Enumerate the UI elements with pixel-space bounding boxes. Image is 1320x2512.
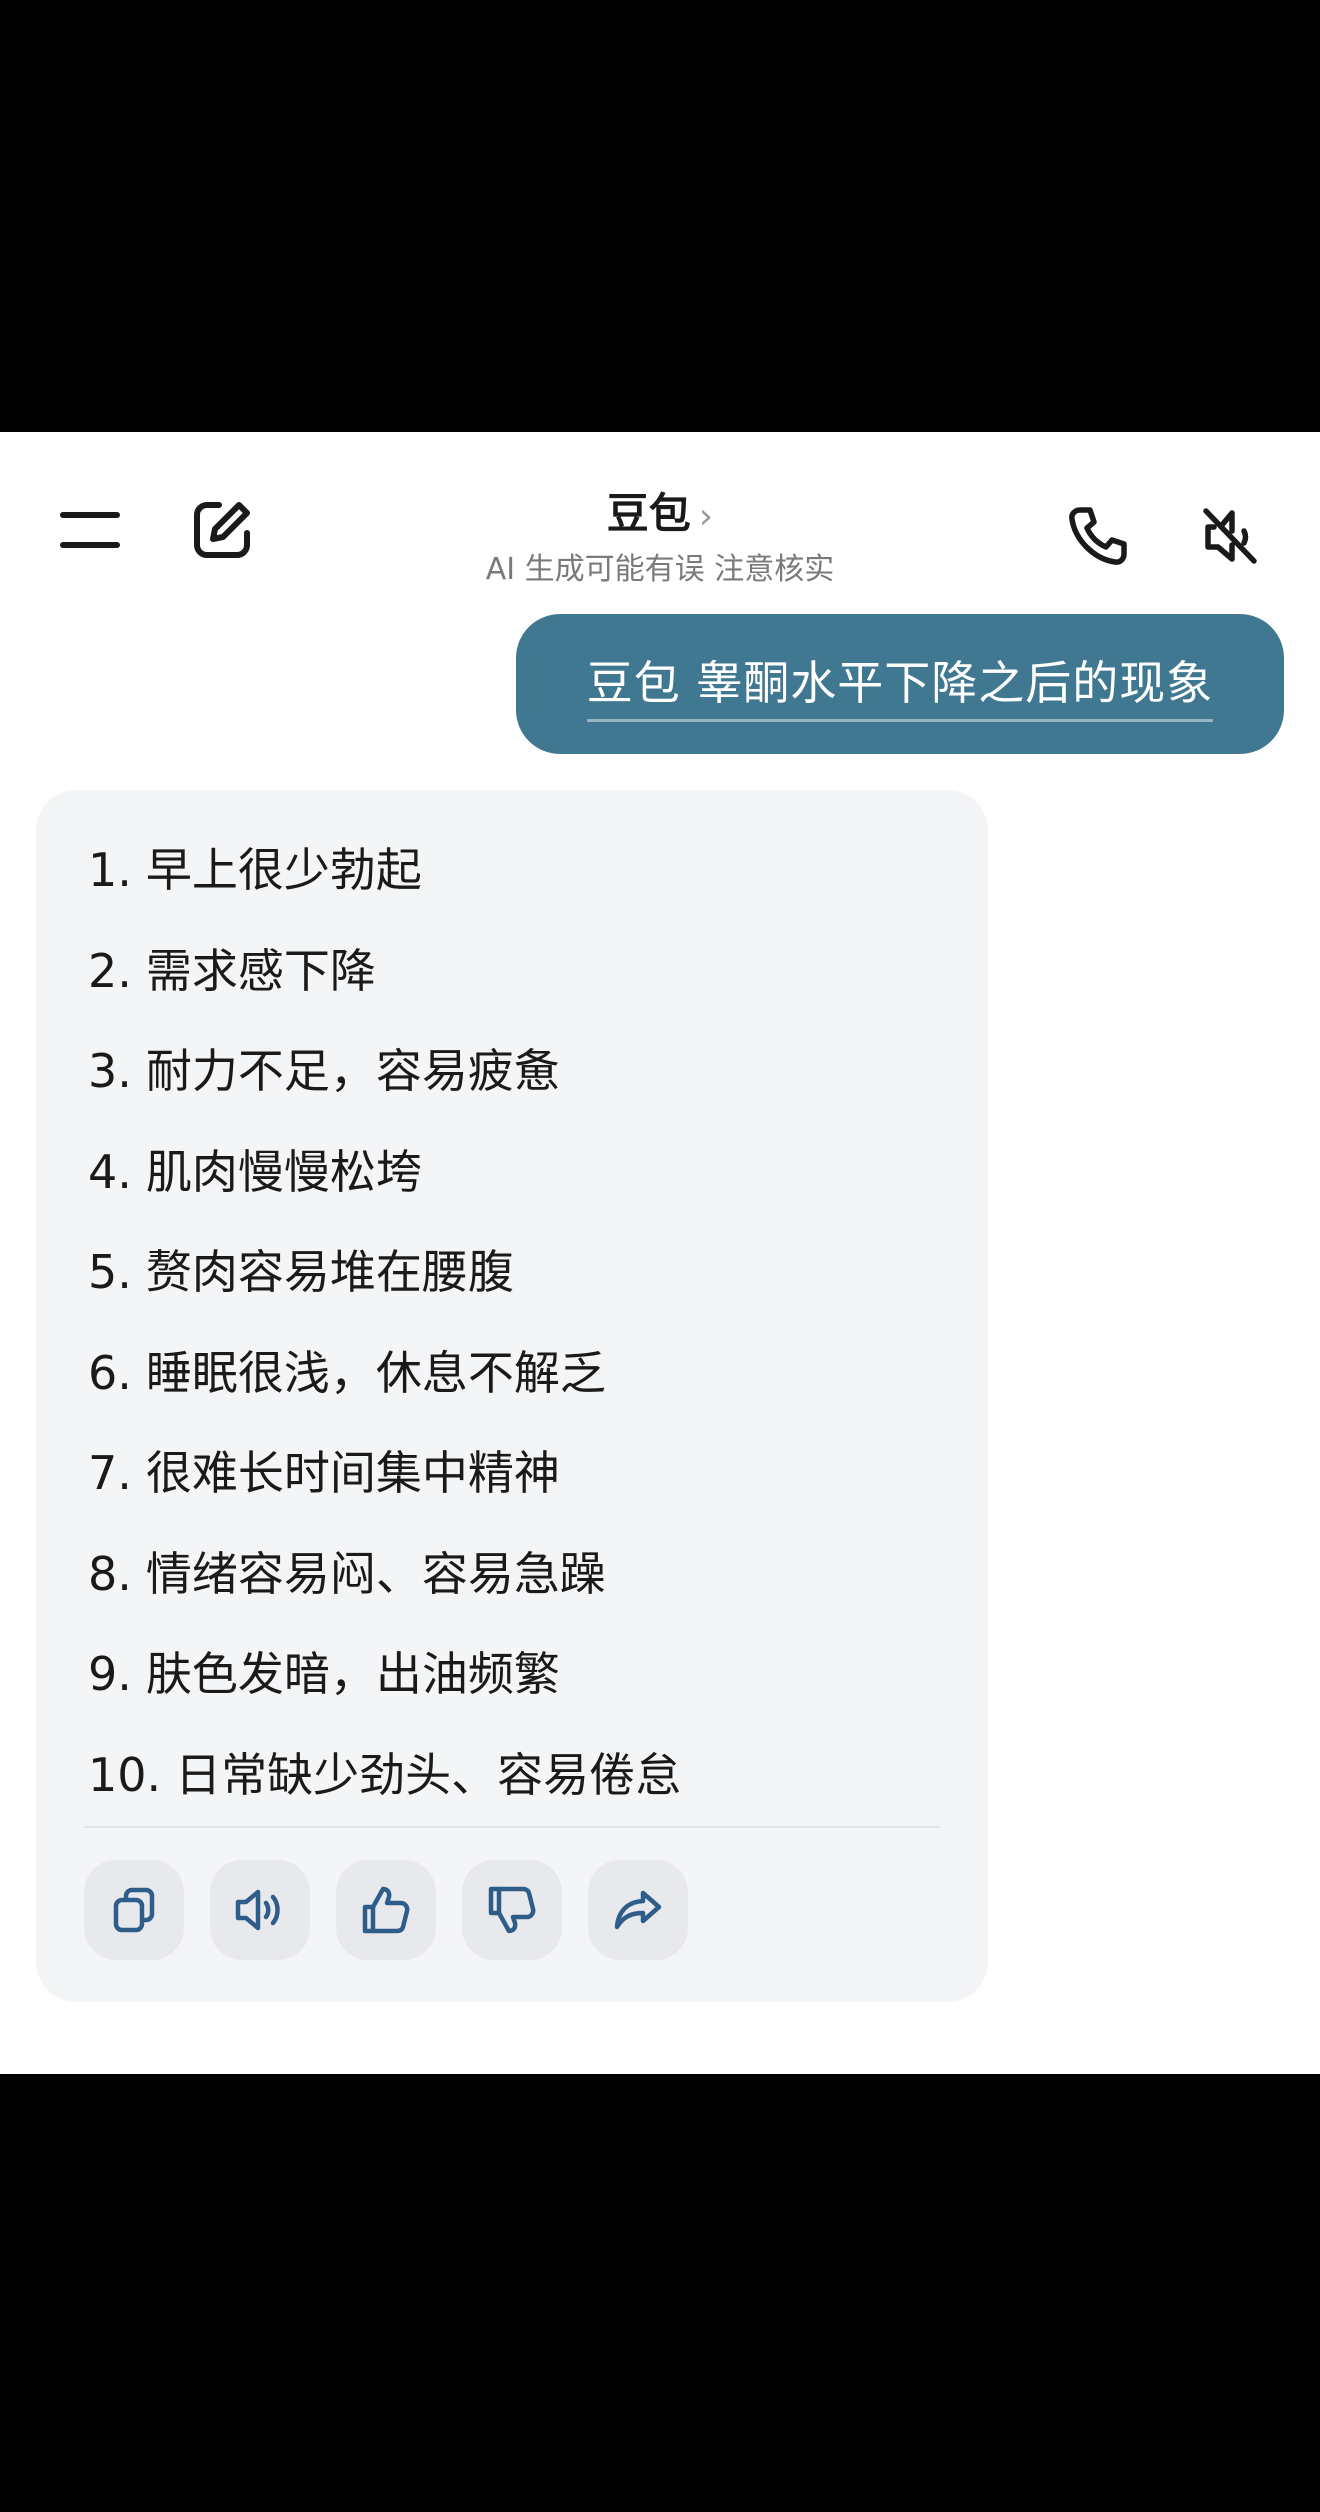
list-item-number: 9. (88, 1647, 132, 1701)
list-item-number: 7. (88, 1446, 132, 1500)
list-item-text: 需求感下降 (145, 943, 376, 998)
assistant-answer-card: 1. 早上很少勃起 2. 需求感下降 3. 耐力不足，容易疲惫 4. 肌肉慢慢松垮 5.… (36, 790, 988, 2002)
list-item: 10. 日常缺少劲头、容易倦怠 (88, 1725, 681, 1826)
list-item-text: 肤色发暗，出油频繁 (145, 1647, 560, 1701)
user-message-text: 豆包 睾酮水平下降之后的现象 (586, 647, 1214, 722)
thumbs-up-icon (362, 1886, 410, 1934)
list-item: 5. 赘肉容易堆在腰腹 (88, 1222, 681, 1323)
list-item-text: 赘肉容易堆在腰腹 (145, 1245, 514, 1299)
like-button[interactable] (336, 1860, 436, 1960)
list-item-number: 2. (88, 943, 132, 998)
list-item-text: 情绪容易闷、容易急躁 (145, 1546, 606, 1601)
share-button[interactable] (588, 1860, 688, 1960)
copy-icon (113, 1887, 155, 1933)
list-item-number: 3. (88, 1044, 132, 1098)
chevron-right-icon: › (698, 496, 714, 537)
read-aloud-button[interactable] (210, 1860, 310, 1960)
message-actions (84, 1860, 688, 1960)
list-item-text: 早上很少勃起 (145, 843, 422, 897)
list-item-number: 5. (88, 1245, 132, 1299)
list-item-text: 肌肉慢慢松垮 (145, 1144, 422, 1199)
list-item-text: 睡眠很浅，休息不解乏 (145, 1345, 606, 1400)
user-message-bubble[interactable]: 豆包 睾酮水平下降之后的现象 (516, 614, 1284, 754)
list-item: 4. 肌肉慢慢松垮 (88, 1122, 681, 1223)
list-item: 7. 很难长时间集中精神 (88, 1423, 681, 1524)
list-item-number: 8. (88, 1546, 132, 1601)
list-item-text: 耐力不足，容易疲惫 (145, 1044, 560, 1098)
title-text: 豆包 (606, 489, 691, 538)
list-item: 1. 早上很少勃起 (88, 820, 681, 921)
dislike-button[interactable] (462, 1860, 562, 1960)
list-item-number: 1. (88, 843, 132, 897)
speaker-icon (235, 1889, 280, 1931)
list-item: 6. 睡眠很浅，休息不解乏 (88, 1323, 681, 1424)
answer-list: 1. 早上很少勃起 2. 需求感下降 3. 耐力不足，容易疲惫 4. 肌肉慢慢松垮 5.… (88, 820, 681, 1825)
list-item-number: 6. (88, 1345, 132, 1400)
list-item-text: 日常缺少劲头、容易倦怠 (175, 1747, 682, 1802)
copy-button[interactable] (84, 1860, 184, 1960)
list-item-text: 很难长时间集中精神 (145, 1446, 560, 1500)
list-item-number: 10. (88, 1747, 162, 1802)
chat-screen: 豆包 › AI 生成可能有误 注意核实 豆包 睾酮水平下降之后的现象 1. 早上很少… (0, 432, 1320, 2074)
phone-icon[interactable] (1062, 500, 1134, 572)
list-item: 8. 情绪容易闷、容易急躁 (88, 1524, 681, 1625)
list-item: 3. 耐力不足，容易疲惫 (88, 1021, 681, 1122)
list-item: 9. 肤色发暗，出油频繁 (88, 1624, 681, 1725)
share-icon (614, 1890, 662, 1930)
thumbs-down-icon (488, 1886, 536, 1934)
speaker-muted-icon[interactable] (1194, 500, 1266, 572)
divider (84, 1826, 940, 1828)
list-item-number: 4. (88, 1144, 132, 1199)
list-item: 2. 需求感下降 (88, 921, 681, 1022)
